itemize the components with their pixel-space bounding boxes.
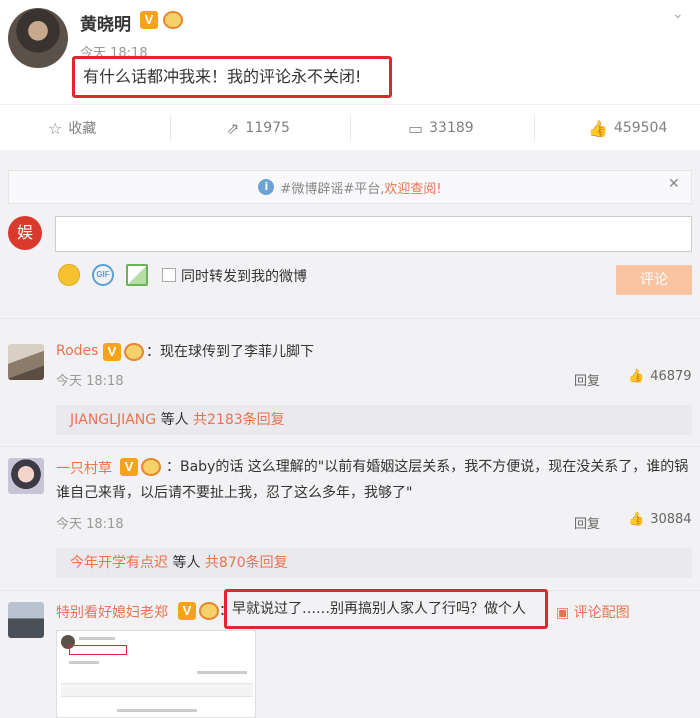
verified-badge: V	[178, 602, 196, 620]
info-icon: i	[258, 179, 275, 195]
like-count: 459504	[613, 120, 668, 136]
subreply-count[interactable]: 共870条回复	[205, 555, 288, 571]
gif-icon[interactable]: GIF	[92, 264, 114, 286]
post-text: 有什么话都冲我来！我的评论永不关闭!	[72, 56, 392, 98]
repost-checkbox[interactable]	[162, 268, 176, 282]
comment-like-count: 46879	[650, 369, 692, 384]
comment-input[interactable]	[55, 216, 692, 252]
repost-button[interactable]: ⇗ 11975	[226, 105, 290, 151]
submit-comment-button[interactable]: 评论	[616, 265, 692, 295]
comment-picture-thumbnail[interactable]	[56, 630, 256, 718]
comment-time: 今天 18:18	[56, 374, 124, 389]
star-icon: ☆	[48, 118, 63, 138]
comment-picture-label: 评论配图	[573, 605, 630, 621]
reply-button[interactable]: 回复	[574, 513, 600, 532]
notice-link[interactable]: 欢迎查阅!	[384, 178, 441, 197]
favorite-label: 收藏	[68, 121, 97, 137]
my-avatar[interactable]: 娱	[8, 216, 42, 250]
thumbnail-line	[117, 709, 197, 712]
comment-author-name[interactable]: Rodes	[56, 343, 98, 359]
comment-like-count: 30884	[650, 512, 692, 527]
comment-text: ：现在球传到了李菲儿脚下	[146, 344, 314, 360]
comment-button[interactable]: ▭ 33189	[408, 105, 474, 151]
favorite-button[interactable]: ☆ 收藏	[48, 105, 96, 151]
member-crown-icon	[124, 343, 144, 361]
repost-checkbox-label: 同时转发到我的微博	[181, 269, 307, 285]
divider	[350, 115, 351, 141]
reply-button[interactable]: 回复	[574, 370, 600, 389]
notice-text: #微博辟谣#平台,	[280, 181, 385, 197]
member-crown-icon	[163, 11, 183, 29]
comment-like-button[interactable]: 👍 46879	[628, 369, 692, 384]
emoji-icon[interactable]	[58, 264, 80, 286]
comment-text: 早就说过了……别再搞别人家人了行吗？做个人	[232, 601, 526, 617]
comment-avatar[interactable]	[8, 344, 44, 380]
image-icon: ▣	[556, 605, 574, 621]
comment-text: ：Baby的话 这么理解的"以前有婚姻这层关系，我不方便说，现在没关系了，谁的锅…	[56, 459, 689, 501]
comment-count: 33189	[429, 120, 474, 136]
thumbnail-bar	[61, 683, 253, 697]
chevron-down-icon[interactable]: ⌄	[672, 6, 684, 22]
member-crown-icon	[199, 602, 219, 620]
thumbs-up-icon: 👍	[628, 369, 645, 384]
thumbs-up-icon: 👍	[588, 118, 608, 138]
thumbs-up-icon: 👍	[628, 512, 645, 527]
subreply-author[interactable]: 今年开学有点迟	[70, 555, 168, 571]
thumbnail-line	[79, 637, 115, 640]
repost-count: 11975	[245, 120, 290, 136]
comment-picture-link[interactable]: ▣ 评论配图	[556, 602, 630, 622]
image-icon[interactable]	[126, 264, 148, 286]
post-card: 黄晓明 V 今天 18:18 有什么话都冲我来！我的评论永不关闭! ⌄	[0, 0, 700, 104]
comment-icon: ▭	[408, 118, 424, 138]
subreply-summary[interactable]: 今年开学有点迟 等人 共870条回复	[56, 548, 692, 578]
comment-like-button[interactable]: 👍 30884	[628, 512, 692, 527]
author-avatar[interactable]	[8, 8, 68, 68]
thumbnail-highlight	[69, 645, 127, 655]
comment-author-name[interactable]: 特别看好媳妇老郑	[56, 602, 168, 622]
comment-avatar[interactable]	[8, 602, 44, 638]
verified-badge: V	[140, 11, 158, 29]
thumbnail-line	[197, 671, 247, 674]
post-author-name[interactable]: 黄晓明	[80, 10, 131, 35]
divider	[534, 115, 535, 141]
rumor-notice: i #微博辟谣#平台, 欢迎查阅!	[8, 170, 692, 204]
subreply-mid: 等人	[168, 555, 205, 571]
verified-badge: V	[103, 343, 121, 361]
thumbnail-line	[69, 661, 99, 664]
subreply-count[interactable]: 共2183条回复	[193, 412, 285, 428]
comment-time: 今天 18:18	[56, 517, 124, 532]
divider	[170, 115, 171, 141]
subreply-author[interactable]: JIANGLJIANG	[70, 412, 156, 428]
close-icon[interactable]: ✕	[668, 176, 680, 192]
like-button[interactable]: 👍 459504	[588, 105, 667, 151]
divider	[0, 318, 700, 319]
subreply-mid: 等人	[156, 412, 194, 428]
divider	[0, 446, 700, 447]
post-actions-bar: ☆ 收藏 ⇗ 11975 ▭ 33189 👍 459504	[0, 104, 700, 150]
comment-avatar[interactable]	[8, 458, 44, 494]
share-icon: ⇗	[226, 118, 240, 138]
subreply-summary[interactable]: JIANGLJIANG 等人 共2183条回复	[56, 405, 692, 435]
